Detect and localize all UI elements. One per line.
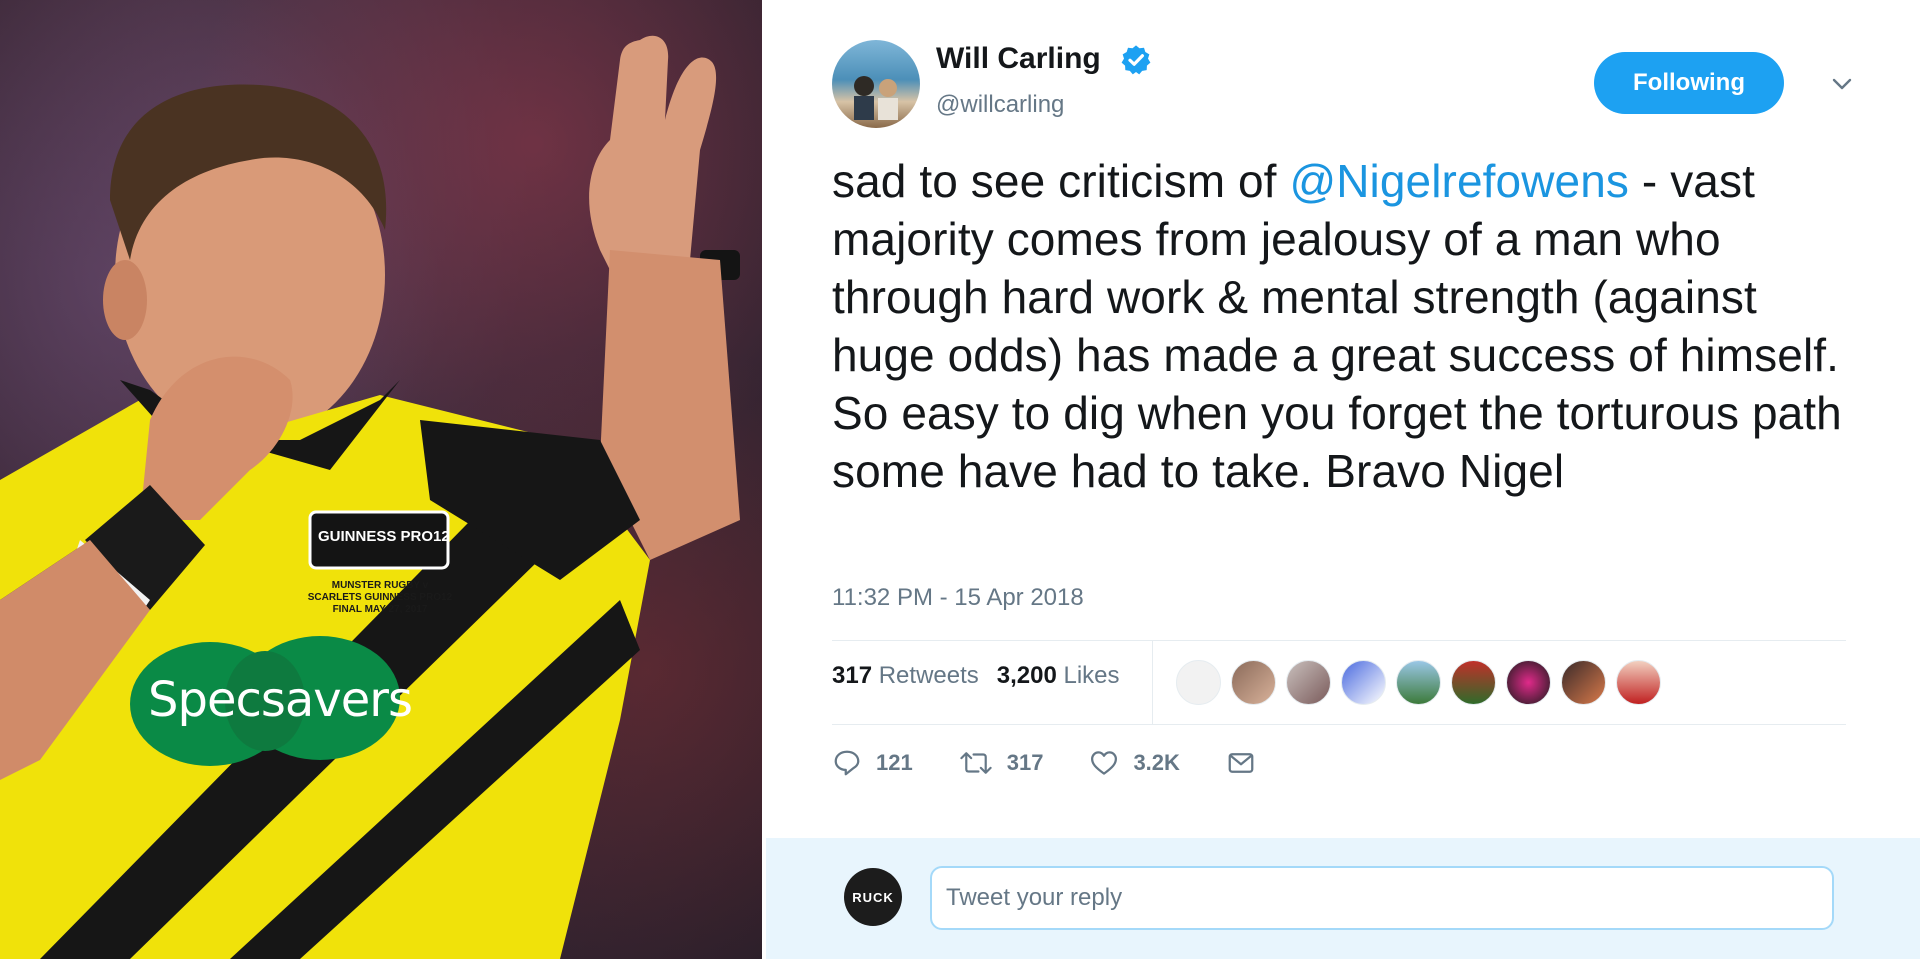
reply-action[interactable]: 121: [832, 748, 913, 778]
stats-separator: [1152, 641, 1153, 725]
retweets-stat[interactable]: 317 Retweets: [832, 662, 979, 690]
retweet-icon: [960, 752, 992, 774]
liker-avatar[interactable]: [1616, 660, 1661, 705]
likes-count: 3,200: [996, 662, 1057, 689]
like-count: 3.2K: [1133, 750, 1180, 775]
retweet-count: 317: [1006, 750, 1044, 775]
liker-avatars: [1176, 660, 1661, 705]
message-action[interactable]: [1226, 748, 1270, 778]
badge-brand-text: GUINNESS PRO12: [318, 528, 450, 545]
referee-photo: Specsavers GUINNESS PRO12 MUNSTER RUGBY …: [0, 0, 762, 959]
reply-count: 121: [876, 750, 913, 775]
liker-avatar[interactable]: [1561, 660, 1606, 705]
avatar-image: [854, 76, 898, 120]
following-button[interactable]: Following: [1594, 52, 1784, 114]
like-icon: [1091, 751, 1118, 775]
tweet-actions: 121 317 3.2K: [832, 748, 1316, 778]
tweet-timestamp[interactable]: 11:32 PM - 15 Apr 2018: [832, 584, 1084, 612]
retweet-action[interactable]: 317: [959, 748, 1044, 778]
referee-illustration: [0, 35, 740, 959]
likes-label: Likes: [1063, 662, 1120, 689]
liker-avatar[interactable]: [1231, 660, 1276, 705]
reply-bar: RUCK Tweet your reply: [766, 838, 1920, 959]
liker-avatar[interactable]: [1451, 660, 1496, 705]
tweet-card: Will Carling @willcarling Following sad …: [766, 0, 1920, 959]
tweet-text: sad to see criticism of @Nigelrefowens -…: [832, 152, 1842, 500]
like-action[interactable]: 3.2K: [1089, 748, 1180, 778]
tweet-text-before: sad to see criticism of: [832, 155, 1290, 207]
chevron-down-icon[interactable]: [1830, 72, 1854, 96]
liker-avatar[interactable]: [1396, 660, 1441, 705]
reply-avatar: RUCK: [844, 868, 902, 926]
liker-avatar[interactable]: [1176, 660, 1221, 705]
likes-stat[interactable]: 3,200 Likes: [997, 662, 1120, 690]
shirt-event-text: MUNSTER RUGBY v SCARLETS GUINNESS PRO12 …: [307, 580, 453, 615]
retweets-label: Retweets: [878, 662, 979, 689]
liker-avatar[interactable]: [1341, 660, 1386, 705]
tweet-stats: 317 Retweets 3,200 Likes: [832, 662, 1120, 690]
message-icon: [1228, 753, 1254, 773]
mention-link[interactable]: @Nigelrefowens: [1289, 155, 1629, 207]
reply-icon: [834, 750, 860, 776]
retweets-count: 317: [832, 662, 873, 689]
reply-input[interactable]: Tweet your reply: [930, 866, 1834, 930]
user-handle[interactable]: @willcarling: [936, 91, 1064, 119]
user-avatar[interactable]: [832, 40, 920, 128]
divider-top: [832, 640, 1846, 641]
shirt-sponsor-text: Specsavers: [148, 672, 413, 728]
liker-avatar[interactable]: [1506, 660, 1551, 705]
verified-badge-icon: [1121, 45, 1151, 75]
divider-bottom: [832, 724, 1846, 725]
liker-avatar[interactable]: [1286, 660, 1331, 705]
display-name[interactable]: Will Carling: [936, 42, 1101, 76]
